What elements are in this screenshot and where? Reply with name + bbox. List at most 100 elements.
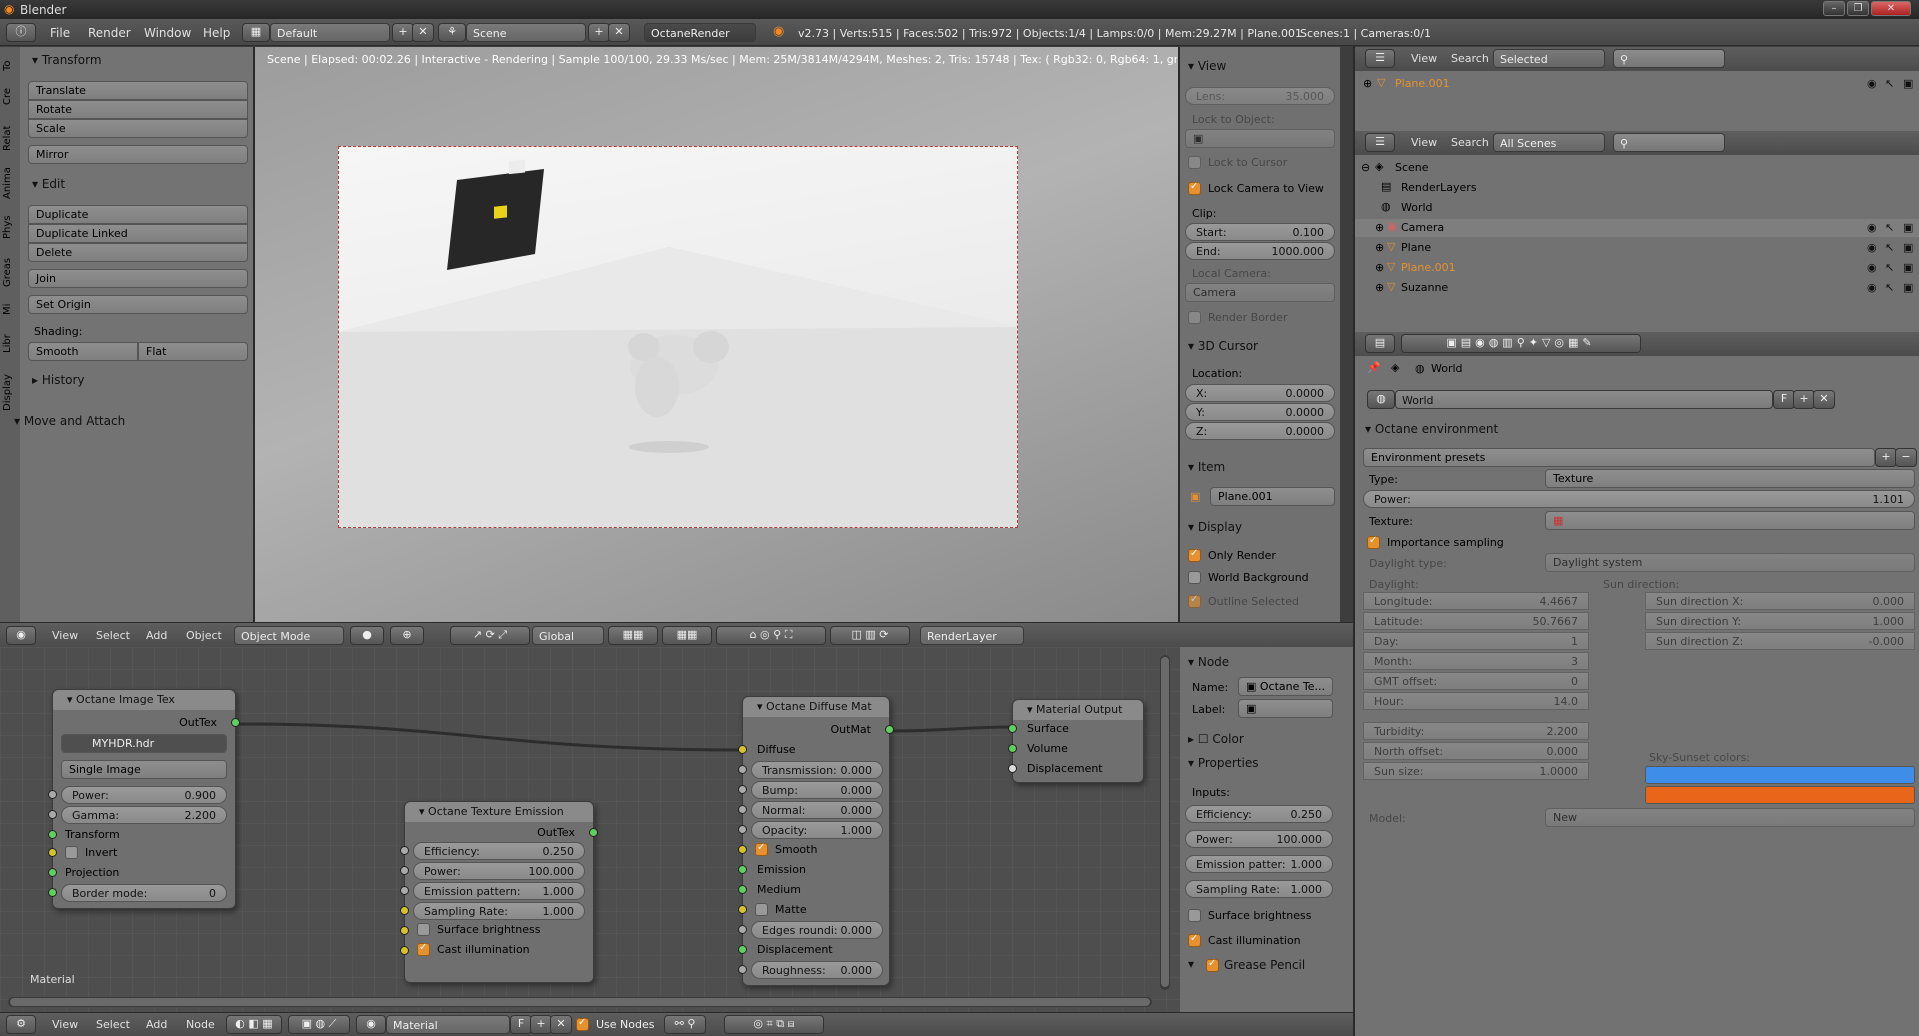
- color-panel-title[interactable]: ▸ ☐ Color: [1188, 732, 1244, 746]
- displacement-input-socket[interactable]: [738, 945, 747, 954]
- model-select[interactable]: New: [1545, 808, 1915, 827]
- outliner-filter-selected[interactable]: Selected: [1493, 49, 1605, 68]
- lock-object-field[interactable]: ▣: [1185, 129, 1335, 148]
- local-camera-field[interactable]: Camera: [1185, 283, 1335, 302]
- outliner-view-menu[interactable]: View: [1411, 52, 1437, 65]
- sun-z-field[interactable]: Sun direction Z: -0.000: [1645, 632, 1915, 650]
- minimize-button[interactable]: –: [1823, 1, 1845, 16]
- pivot-icon[interactable]: ⊕: [390, 626, 424, 645]
- outliner-row-suzanne[interactable]: ⊕ ▽ Suzanne ◉ ↖ ▣: [1355, 279, 1919, 297]
- env-texture-field[interactable]: ▦: [1545, 511, 1915, 530]
- lock-cursor-checkbox[interactable]: [1188, 156, 1201, 169]
- editor-type-node-icon[interactable]: ⚙: [6, 1015, 36, 1034]
- tab-relations[interactable]: Relat: [2, 119, 18, 151]
- menu-add-3d[interactable]: Add: [146, 629, 167, 642]
- outliner-row-plane[interactable]: ⊕ ▽ Plane ◉ ↖ ▣: [1355, 239, 1919, 257]
- item-panel-title[interactable]: ▾ Item: [1188, 460, 1225, 474]
- remove-layout-icon[interactable]: ✕: [412, 23, 434, 42]
- daylight-type-select[interactable]: Daylight system: [1545, 553, 1915, 572]
- remove-scene-icon[interactable]: ✕: [608, 23, 630, 42]
- rotate-button[interactable]: Rotate: [28, 100, 248, 119]
- snap-icons[interactable]: ⌂ ◎ ⚲ ⛶: [716, 626, 826, 645]
- properties-context-icons[interactable]: ▣▤◉◍▥⚲✦▽◎▦✎: [1401, 334, 1641, 353]
- longitude-field[interactable]: Longitude: 4.4667: [1363, 592, 1589, 610]
- sun-y-field[interactable]: Sun direction Y: 1.000: [1645, 612, 1915, 630]
- sun-x-field[interactable]: Sun direction X: 0.000: [1645, 592, 1915, 610]
- layout-field[interactable]: Default: [270, 23, 390, 42]
- transmission-socket[interactable]: [738, 765, 747, 774]
- tab-create[interactable]: Cre: [2, 81, 18, 105]
- image-invert-checkbox[interactable]: [65, 846, 78, 859]
- outliner-row-world[interactable]: ◍ World: [1355, 199, 1919, 217]
- world-add-icon[interactable]: +: [1793, 390, 1815, 409]
- shading-mode-icon[interactable]: ●: [350, 626, 384, 645]
- node-snap-icons[interactable]: ◎ ⌗ ⧉ ⧈: [724, 1015, 824, 1034]
- emission-rate-socket[interactable]: [400, 906, 409, 915]
- node-output-header[interactable]: ▾ Material Output: [1013, 700, 1143, 720]
- menu-file[interactable]: File: [50, 26, 70, 40]
- world-fake-user-button[interactable]: F: [1773, 390, 1795, 409]
- world-browse-icon[interactable]: ◍: [1367, 390, 1395, 409]
- plane-render-icon[interactable]: ▣: [1903, 241, 1913, 254]
- surface-brightness-socket[interactable]: [400, 926, 409, 935]
- node-diffuse-mat[interactable]: ▾ Octane Diffuse Mat OutMat Diffuse Tran…: [738, 696, 894, 986]
- add-layout-icon[interactable]: +: [392, 23, 414, 42]
- mirror-button[interactable]: Mirror: [28, 145, 248, 164]
- env-presets-select[interactable]: Environment presets: [1363, 448, 1875, 467]
- edit-panel-title[interactable]: ▾ Edit: [32, 177, 65, 191]
- node-tree-type-icons[interactable]: ◐ ◧ ▦: [226, 1015, 282, 1034]
- grease-pencil-panel-title[interactable]: ▾: [1188, 957, 1194, 971]
- node-name-field[interactable]: ▣ Octane Te...: [1238, 677, 1333, 696]
- node-editor-hscroll-thumb[interactable]: [10, 998, 1150, 1006]
- transform-panel-title[interactable]: ▾ Transform: [32, 53, 102, 67]
- outliner-search-input-2[interactable]: ⚲: [1613, 133, 1725, 152]
- render-camera-icon[interactable]: ▣: [1903, 77, 1913, 90]
- image-file-field[interactable]: MYHDR.hdr: [61, 734, 227, 753]
- cast-illumination-socket[interactable]: [400, 946, 409, 955]
- material-add-icon[interactable]: +: [530, 1015, 552, 1034]
- tab-display[interactable]: Display: [2, 361, 18, 411]
- layers-grid-2[interactable]: ▦▦: [662, 626, 712, 645]
- join-button[interactable]: Join: [28, 269, 248, 288]
- clip-start-field[interactable]: Start: 0.100: [1185, 223, 1335, 241]
- side-efficiency-field[interactable]: Efficiency: 0.250: [1185, 805, 1333, 823]
- output-displacement-socket[interactable]: [1008, 764, 1017, 773]
- visibility-eye-icon[interactable]: ◉: [1867, 77, 1877, 90]
- tab-physics[interactable]: Phys: [2, 207, 18, 240]
- side-surface-brightness-checkbox[interactable]: [1188, 909, 1201, 922]
- roughness-field[interactable]: Roughness: 0.000: [751, 961, 883, 979]
- image-gamma-field[interactable]: Gamma: 2.200: [61, 806, 227, 824]
- medium-input-socket[interactable]: [738, 885, 747, 894]
- cursor-x-field[interactable]: X: 0.0000: [1185, 384, 1335, 402]
- sunset-color-swatch[interactable]: [1645, 786, 1915, 804]
- camera-select-icon[interactable]: ↖: [1885, 221, 1894, 234]
- outliner-row-scene[interactable]: ⊖ ◈ Scene: [1355, 159, 1919, 177]
- transmission-field[interactable]: Transmission: 0.000: [751, 761, 883, 779]
- render-icons[interactable]: ◫ ▥ ⟳: [830, 626, 910, 645]
- outliner-search-input-1[interactable]: ⚲: [1613, 49, 1725, 68]
- grease-pencil-checkbox[interactable]: [1206, 958, 1219, 972]
- duplicate-button[interactable]: Duplicate: [28, 205, 248, 224]
- pin-icon[interactable]: 📌: [1367, 361, 1381, 374]
- manipulator-icons[interactable]: ↗ ⟳ ⤢: [450, 626, 530, 645]
- outline-selected-checkbox[interactable]: [1188, 594, 1201, 608]
- normal-socket[interactable]: [738, 805, 747, 814]
- outliner2-search-menu[interactable]: Search: [1451, 136, 1489, 149]
- side-pattern-field[interactable]: Emission patter: 1.000: [1185, 855, 1333, 873]
- use-nodes-checkbox[interactable]: [576, 1017, 589, 1031]
- select-arrow-icon[interactable]: ↖: [1885, 77, 1894, 90]
- image-border-socket[interactable]: [48, 888, 57, 897]
- add-scene-icon[interactable]: +: [588, 23, 610, 42]
- world-bg-checkbox[interactable]: [1188, 571, 1201, 584]
- emission-pattern-socket[interactable]: [400, 886, 409, 895]
- outliner-filter-all-scenes[interactable]: All Scenes: [1493, 133, 1605, 152]
- material-fake-user-button[interactable]: F: [510, 1015, 532, 1034]
- env-type-select[interactable]: Texture: [1545, 469, 1915, 488]
- move-attach-panel-title[interactable]: ▾ Move and Attach: [14, 414, 125, 428]
- material-remove-icon[interactable]: ✕: [550, 1015, 572, 1034]
- menu-add-node[interactable]: Add: [146, 1018, 167, 1031]
- octane-env-panel-title[interactable]: ▾ Octane environment: [1365, 422, 1498, 436]
- gmt-offset-field[interactable]: GMT offset: 0: [1363, 672, 1589, 690]
- preset-add-icon[interactable]: +: [1875, 448, 1897, 467]
- cast-illumination-checkbox[interactable]: [417, 942, 430, 956]
